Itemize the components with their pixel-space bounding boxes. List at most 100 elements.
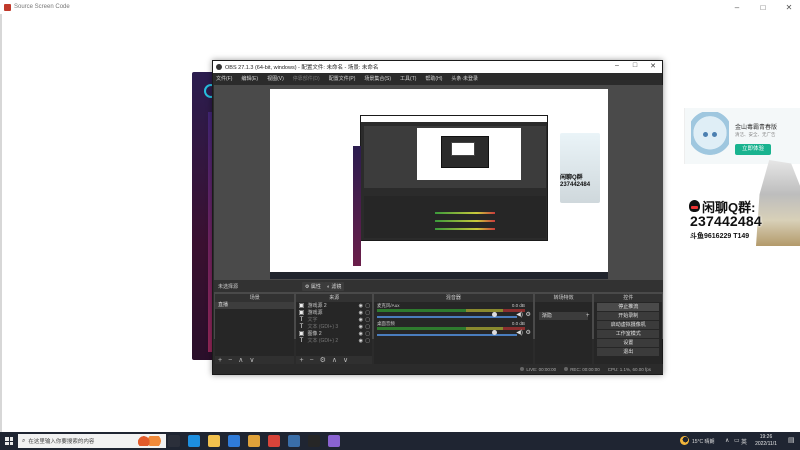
- weather-text[interactable]: 15°C 晴朗: [692, 438, 715, 445]
- menu-item[interactable]: 文件(F): [216, 75, 232, 82]
- control-button[interactable]: 开始录制: [597, 312, 659, 320]
- gear-icon[interactable]: ⚙: [525, 329, 530, 336]
- lock-icon[interactable]: ▢: [365, 317, 370, 323]
- menu-item[interactable]: 配置文件(P): [329, 75, 356, 82]
- minimize-icon[interactable]: –: [732, 3, 742, 12]
- rec-status: REC: 00:00:00: [564, 366, 600, 372]
- volume-meter: [376, 327, 525, 330]
- visibility-eye-icon[interactable]: ◉: [359, 324, 363, 330]
- obs-icon[interactable]: [308, 435, 320, 447]
- weather-icon[interactable]: [680, 436, 689, 445]
- sources-list: ▣ 游戏源 2 ◉ ▢ ▣ 游戏源 ◉ ▢ T 文字 ◉ ▢ T 文本 (GDI+) 3 ◉ ▢ ▣ 图像 2 ◉ ▢…: [296, 302, 371, 345]
- close-icon[interactable]: ✕: [784, 3, 794, 12]
- control-button[interactable]: 退出: [597, 348, 659, 356]
- menu-item[interactable]: 场景集合(S): [364, 75, 391, 82]
- store-icon[interactable]: [228, 435, 240, 447]
- control-button[interactable]: 停止推流: [597, 303, 659, 311]
- menu-item[interactable]: 停靠部件(D): [293, 75, 320, 82]
- visibility-eye-icon[interactable]: ◉: [359, 303, 363, 309]
- visibility-eye-icon[interactable]: ◉: [359, 317, 363, 323]
- chrome-icon[interactable]: [268, 435, 280, 447]
- visibility-eye-icon[interactable]: ◉: [359, 331, 363, 337]
- lock-icon[interactable]: ▢: [365, 310, 370, 316]
- source-item[interactable]: ▣ 游戏源 2 ◉ ▢: [296, 302, 371, 310]
- volume-slider-handle[interactable]: [491, 312, 497, 317]
- obs-window[interactable]: OBS 27.1.3 (64-bit, windows) - 配置文件: 未命名…: [212, 60, 663, 375]
- lock-icon[interactable]: ▢: [365, 303, 370, 309]
- obs-titlebar[interactable]: OBS 27.1.3 (64-bit, windows) - 配置文件: 未命名…: [213, 61, 662, 73]
- menu-item[interactable]: 工具(T): [400, 75, 416, 82]
- source-label: 图像 2: [307, 331, 322, 337]
- douyu-room-label: 斗鱼9616229 T149: [690, 233, 750, 240]
- start-button[interactable]: [2, 432, 16, 450]
- remove-source-icon[interactable]: −: [310, 357, 314, 364]
- visibility-eye-icon[interactable]: ◉: [359, 338, 363, 344]
- taskbar-search[interactable]: ⌕ 在这里输入你要搜索的内容: [18, 434, 166, 448]
- source-item[interactable]: ▣ 游戏源 ◉ ▢: [296, 309, 371, 317]
- source-settings-icon[interactable]: ⚙: [320, 356, 326, 364]
- gear-icon[interactable]: ⚙: [525, 311, 530, 318]
- properties-button[interactable]: ⚙ 属性: [302, 282, 324, 291]
- add-transition-icon[interactable]: +: [586, 312, 590, 320]
- ime-indicator[interactable]: 英: [741, 437, 747, 446]
- lock-icon[interactable]: ▢: [365, 324, 370, 330]
- visibility-eye-icon[interactable]: ◉: [359, 310, 363, 316]
- text-icon: T: [299, 337, 304, 344]
- source-item[interactable]: ▣ 图像 2 ◉ ▢: [296, 330, 371, 338]
- menu-item[interactable]: 头条·未登录: [451, 75, 478, 82]
- obs-maximize-icon[interactable]: □: [629, 62, 641, 69]
- mixer-channel: 桌面音频 0.0 dB ◀) ⚙: [374, 320, 533, 338]
- move-down-icon[interactable]: ∨: [343, 356, 348, 364]
- preview-canvas[interactable]: 闲聊Q群 237442484: [270, 89, 608, 279]
- source-item[interactable]: T 文本 (GDI+) 2 ◉ ▢: [296, 337, 371, 345]
- move-down-icon[interactable]: ∨: [249, 356, 254, 364]
- scene-item[interactable]: 直播: [215, 302, 295, 309]
- obs-minimize-icon[interactable]: –: [611, 62, 623, 69]
- mixer-dock: 混音器 麦克风/Aux 0.0 dB ◀) ⚙ 桌面音频 0.0 dB ◀) ⚙: [373, 294, 533, 364]
- edge-icon[interactable]: [188, 435, 200, 447]
- source-item[interactable]: T 文本 (GDI+) 3 ◉ ▢: [296, 323, 371, 331]
- tray-chevron-icon[interactable]: ∧: [725, 437, 729, 444]
- speaker-icon[interactable]: ◀): [516, 311, 523, 318]
- network-icon[interactable]: ▭: [734, 437, 740, 444]
- obs-close-icon[interactable]: ✕: [647, 62, 659, 70]
- docks-row: 场景 直播 + − ∧ ∨ 来源 ▣ 游戏源 2 ◉ ▢ ▣ 游戏源 ◉ ▢ T 文字 ◉ ▢ T 文本 …: [214, 294, 663, 364]
- remove-scene-icon[interactable]: −: [228, 357, 232, 364]
- volume-slider-handle[interactable]: [491, 330, 497, 335]
- channel-db: 0.0 dB: [511, 321, 525, 326]
- text-icon: T: [299, 316, 304, 323]
- transition-select[interactable]: 渐隐 +: [538, 312, 590, 320]
- add-source-icon[interactable]: +: [299, 357, 303, 364]
- lock-icon[interactable]: ▢: [365, 331, 370, 337]
- source-label: 游戏源 2: [307, 303, 327, 309]
- ad-card[interactable]: 金山毒霸青春版 清洁、安全、无广告 立即体验: [684, 108, 800, 164]
- source-item[interactable]: T 文字 ◉ ▢: [296, 316, 371, 324]
- steam-icon[interactable]: [288, 435, 300, 447]
- control-button[interactable]: 启动虚拟摄像机: [597, 321, 659, 329]
- move-up-icon[interactable]: ∧: [238, 356, 243, 364]
- menu-item[interactable]: 编辑(E): [241, 75, 258, 82]
- menu-item[interactable]: 视图(V): [267, 75, 284, 82]
- game-icon[interactable]: [248, 435, 260, 447]
- eye-shape: [703, 132, 708, 137]
- controls-dock: 控件 停止推流 开始录制 启动虚拟摄像机 工作室模式 设置 退出: [594, 294, 662, 364]
- filters-button[interactable]: ◐ 滤镜: [324, 282, 345, 291]
- move-up-icon[interactable]: ∧: [332, 356, 337, 364]
- control-button[interactable]: 工作室模式: [597, 330, 659, 338]
- notification-icon[interactable]: ▤: [788, 436, 795, 444]
- ad-try-button[interactable]: 立即体验: [735, 144, 771, 155]
- control-button[interactable]: 设置: [597, 339, 659, 347]
- maximize-icon[interactable]: □: [758, 3, 768, 12]
- menu-item[interactable]: 帮助(H): [425, 75, 442, 82]
- app-icon[interactable]: [328, 435, 340, 447]
- speaker-icon[interactable]: ◀): [516, 329, 523, 336]
- add-scene-icon[interactable]: +: [218, 357, 222, 364]
- nested-meter: [435, 212, 495, 214]
- source-label: 文本 (GDI+) 3: [307, 324, 339, 330]
- transition-value: 渐隐: [541, 313, 552, 319]
- clock-date: 2022/11/1: [755, 441, 777, 447]
- task-view-icon[interactable]: [168, 435, 180, 447]
- file-explorer-icon[interactable]: [208, 435, 220, 447]
- taskbar-clock[interactable]: 19:26 2022/11/1: [749, 434, 783, 448]
- lock-icon[interactable]: ▢: [365, 338, 370, 344]
